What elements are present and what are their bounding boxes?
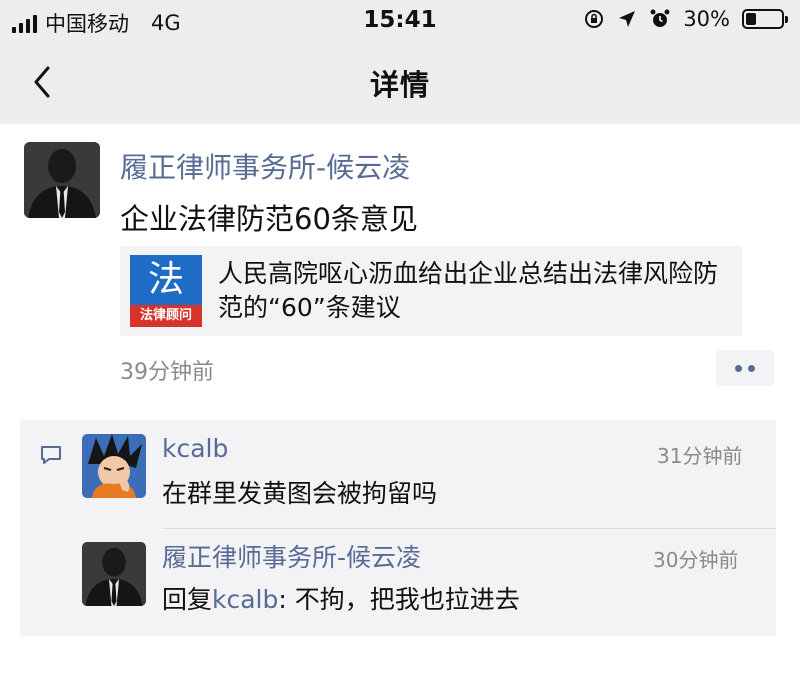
shared-link-card[interactable]: 法 法律顾问 人民高院呕心沥血给出企业总结出法律风险防范的“60”条建议 xyxy=(120,246,742,336)
alarm-icon xyxy=(650,9,670,27)
reply-text[interactable]: 回复kcalb: 不拘，把我也拉进去 xyxy=(162,580,520,616)
comment-divider xyxy=(163,528,776,529)
post-timestamp: 39分钟前 xyxy=(120,360,214,385)
author-avatar[interactable] xyxy=(24,142,100,218)
status-bar: 中国移动 4G 15:41 30% xyxy=(0,0,800,40)
comment-icon xyxy=(41,446,61,464)
replier-avatar[interactable] xyxy=(82,542,146,606)
reply-author-name[interactable]: 履正律师事务所-候云凌 xyxy=(162,538,421,574)
orientation-lock-icon xyxy=(585,10,604,28)
nav-bar: 详情 xyxy=(0,40,800,124)
battery-icon xyxy=(742,9,788,29)
link-thumb-char: 法 xyxy=(130,255,202,305)
location-icon xyxy=(619,11,636,27)
link-title: 人民高院呕心沥血给出企业总结出法律风险防范的“60”条建议 xyxy=(218,259,719,322)
more-dots-icon[interactable] xyxy=(716,350,774,386)
link-thumb-label: 法律顾问 xyxy=(130,305,202,327)
reply-to-name[interactable]: kcalb xyxy=(212,585,278,614)
link-thumbnail: 法 法律顾问 xyxy=(130,255,202,327)
battery-percent: 30% xyxy=(683,7,730,31)
page-title: 详情 xyxy=(369,68,430,102)
comment-timestamp: 31分钟前 xyxy=(657,444,743,468)
comments-panel: kcalb 31分钟前 在群里发黄图会被拘留吗 履正律师事务所-候云凌 30分钟… xyxy=(20,420,776,636)
post-text: 企业法律防范60条意见 xyxy=(120,202,418,236)
battery-fill xyxy=(746,13,757,25)
reply-body: 不拘，把我也拉进去 xyxy=(294,585,520,614)
comment-text[interactable]: 在群里发黄图会被拘留吗 xyxy=(162,474,437,510)
reply-timestamp: 30分钟前 xyxy=(653,548,739,572)
reply-separator: : xyxy=(278,585,295,614)
reply-prefix: 回复 xyxy=(162,585,213,614)
status-right: 30% xyxy=(583,7,788,31)
commenter-avatar[interactable] xyxy=(82,434,146,498)
comment-author-name[interactable]: kcalb xyxy=(162,434,228,463)
post-author-name[interactable]: 履正律师事务所-候云凌 xyxy=(120,146,410,186)
